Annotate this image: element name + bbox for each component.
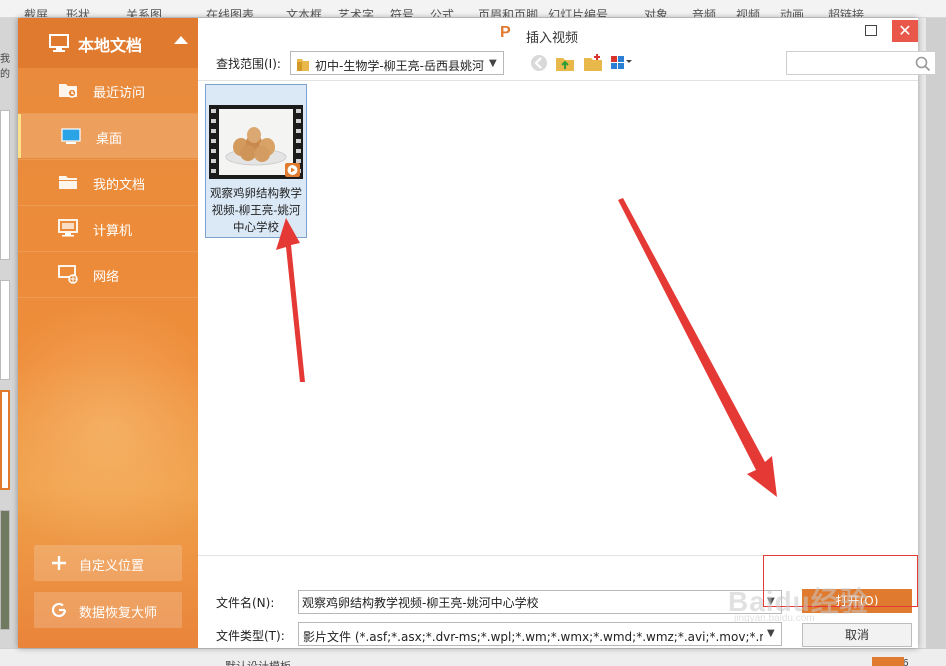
filetype-value: 影片文件 (*.asf;*.asx;*.dvr-ms;*.wpl;*.wm;*.… xyxy=(303,630,763,644)
status-template-text: 默认设计模板 xyxy=(225,658,291,666)
bg-ribbon-item: 幻灯片编号 xyxy=(548,8,609,18)
sidebar-item-my-documents[interactable]: 我的文档 xyxy=(18,160,198,204)
presentation-logo-icon: P xyxy=(500,24,511,41)
bg-ribbon-item: 截屏 xyxy=(24,8,49,18)
sidebar-item-label: 我的文档 xyxy=(93,178,146,193)
dialog-titlebar[interactable]: P 插入视频 ✕ xyxy=(198,18,918,50)
sidebar-item-label: 桌面 xyxy=(96,132,123,147)
bg-ribbon-item: 视频 xyxy=(736,8,761,18)
bg-ribbon-item: 符号 xyxy=(390,8,415,18)
dialog-title: 插入视频 xyxy=(526,31,579,46)
bg-ribbon-item: 文本框 xyxy=(286,8,323,18)
new-folder-icon[interactable] xyxy=(582,53,604,73)
close-icon: ✕ xyxy=(898,21,912,40)
data-recovery-label: 数据恢复大师 xyxy=(79,606,158,621)
bg-ribbon-item: 对象 xyxy=(644,8,669,18)
bg-ribbon-item: 公式 xyxy=(430,8,455,18)
filetype-label: 文件类型(T): xyxy=(216,629,285,643)
sidebar-item-network[interactable]: 网络 xyxy=(18,252,198,296)
look-in-dropdown[interactable]: 初中-生物学-柳王亮-岳西县姚河 ▼ xyxy=(290,51,504,75)
insert-video-dialog: 本地文档 最近访问 桌面 我的文档 计算机 网络 自定义位置 数据恢复大师 P … xyxy=(18,18,936,648)
bg-ribbon-item: 形状 xyxy=(66,8,91,18)
background-status-bar: 默认设计模板 96 xyxy=(0,648,946,666)
background-scroll-area xyxy=(926,18,946,648)
slide-thumbnail[interactable] xyxy=(0,110,10,260)
sidebar-item-label: 最近访问 xyxy=(93,86,146,101)
sidebar-item-label: 网络 xyxy=(93,270,120,285)
bg-ribbon-item: 关系图 xyxy=(126,8,163,18)
bg-ribbon-item: 动画 xyxy=(780,8,805,18)
location-toolbar: 查找范围(I): 初中-生物学-柳王亮-岳西县姚河 ▼ xyxy=(198,50,936,80)
recent-folder-icon xyxy=(59,84,77,98)
folder-icon xyxy=(59,176,77,189)
chevron-down-icon[interactable]: ▼ xyxy=(767,596,775,607)
look-in-path: 初中-生物学-柳王亮-岳西县姚河 xyxy=(315,59,484,73)
bg-ribbon-item: 艺术字 xyxy=(338,8,375,18)
sidebar-item-label: 计算机 xyxy=(93,224,133,239)
collapse-caret-icon[interactable] xyxy=(174,36,188,44)
sidebar: 本地文档 最近访问 桌面 我的文档 计算机 网络 自定义位置 数据恢复大师 xyxy=(18,18,198,648)
background-ribbon: 截屏 形状 关系图 在线图表 文本框 艺术字 符号 公式 页眉和页脚 幻灯片编号… xyxy=(0,0,946,18)
file-options-panel: 文件名(N): ▼ 文件类型(T): 影片文件 (*.asf;*.asx;*.d… xyxy=(198,556,918,648)
file-item-video[interactable]: 观察鸡卵结构教学视频-柳王亮-姚河中心学校 xyxy=(205,84,307,238)
up-folder-icon[interactable] xyxy=(554,53,576,73)
cancel-button[interactable]: 取消 xyxy=(802,623,912,647)
search-box[interactable] xyxy=(786,51,936,75)
background-slide-panel: 我的 xyxy=(0,18,18,648)
computer-monitor-icon xyxy=(49,34,69,52)
search-icon[interactable] xyxy=(915,56,931,72)
slide-thumbnail[interactable] xyxy=(0,510,10,630)
file-item-name: 观察鸡卵结构教学视频-柳王亮-姚河中心学校 xyxy=(210,186,302,234)
custom-location-label: 自定义位置 xyxy=(79,559,145,574)
file-list[interactable]: 观察鸡卵结构教学视频-柳王亮-姚河中心学校 xyxy=(198,80,918,556)
filetype-dropdown[interactable]: 影片文件 (*.asf;*.asx;*.dvr-ms;*.wpl;*.wm;*.… xyxy=(298,622,782,646)
back-icon[interactable] xyxy=(528,53,550,73)
sidebar-header-title: 本地文档 xyxy=(78,36,143,55)
bg-ribbon-item: 页眉和页脚 xyxy=(478,8,539,18)
sidebar-glow xyxy=(18,298,198,558)
chevron-down-icon: ▼ xyxy=(489,58,497,69)
sidebar-divider xyxy=(18,297,198,298)
network-icon xyxy=(58,265,78,284)
bg-ribbon-item: 音频 xyxy=(692,8,717,18)
data-recovery-button[interactable]: 数据恢复大师 xyxy=(34,592,182,628)
chevron-down-icon: ▼ xyxy=(767,628,775,639)
desktop-icon xyxy=(61,128,81,144)
close-button[interactable]: ✕ xyxy=(892,20,918,42)
maximize-icon xyxy=(865,25,877,36)
filename-input[interactable] xyxy=(302,594,762,610)
sidebar-item-computer[interactable]: 计算机 xyxy=(18,206,198,250)
filename-combo[interactable]: ▼ xyxy=(298,590,782,614)
view-menu-icon[interactable] xyxy=(610,53,632,73)
sidebar-header[interactable]: 本地文档 xyxy=(18,18,198,68)
plus-icon xyxy=(52,556,66,570)
custom-location-button[interactable]: 自定义位置 xyxy=(34,545,182,581)
folder-icon xyxy=(297,59,309,71)
bg-left-label: 我的 xyxy=(0,54,10,80)
slide-thumbnail[interactable] xyxy=(0,280,10,380)
filename-label: 文件名(N): xyxy=(216,596,275,610)
look-in-label: 查找范围(I): xyxy=(216,57,281,71)
sidebar-item-recent[interactable]: 最近访问 xyxy=(18,68,198,112)
search-input[interactable] xyxy=(791,55,909,71)
maximize-button[interactable] xyxy=(858,20,884,42)
play-slideshow-icon[interactable] xyxy=(872,657,904,666)
slide-thumbnail-selected[interactable] xyxy=(0,390,10,490)
computer-icon xyxy=(58,219,78,237)
bg-ribbon-item: 在线图表 xyxy=(206,8,255,18)
bg-ribbon-item: 超链接 xyxy=(828,8,865,18)
recovery-icon xyxy=(51,602,67,618)
sidebar-item-desktop[interactable]: 桌面 xyxy=(18,114,198,158)
video-file-icon xyxy=(209,105,303,179)
open-button[interactable]: 打开(O) xyxy=(802,589,912,613)
